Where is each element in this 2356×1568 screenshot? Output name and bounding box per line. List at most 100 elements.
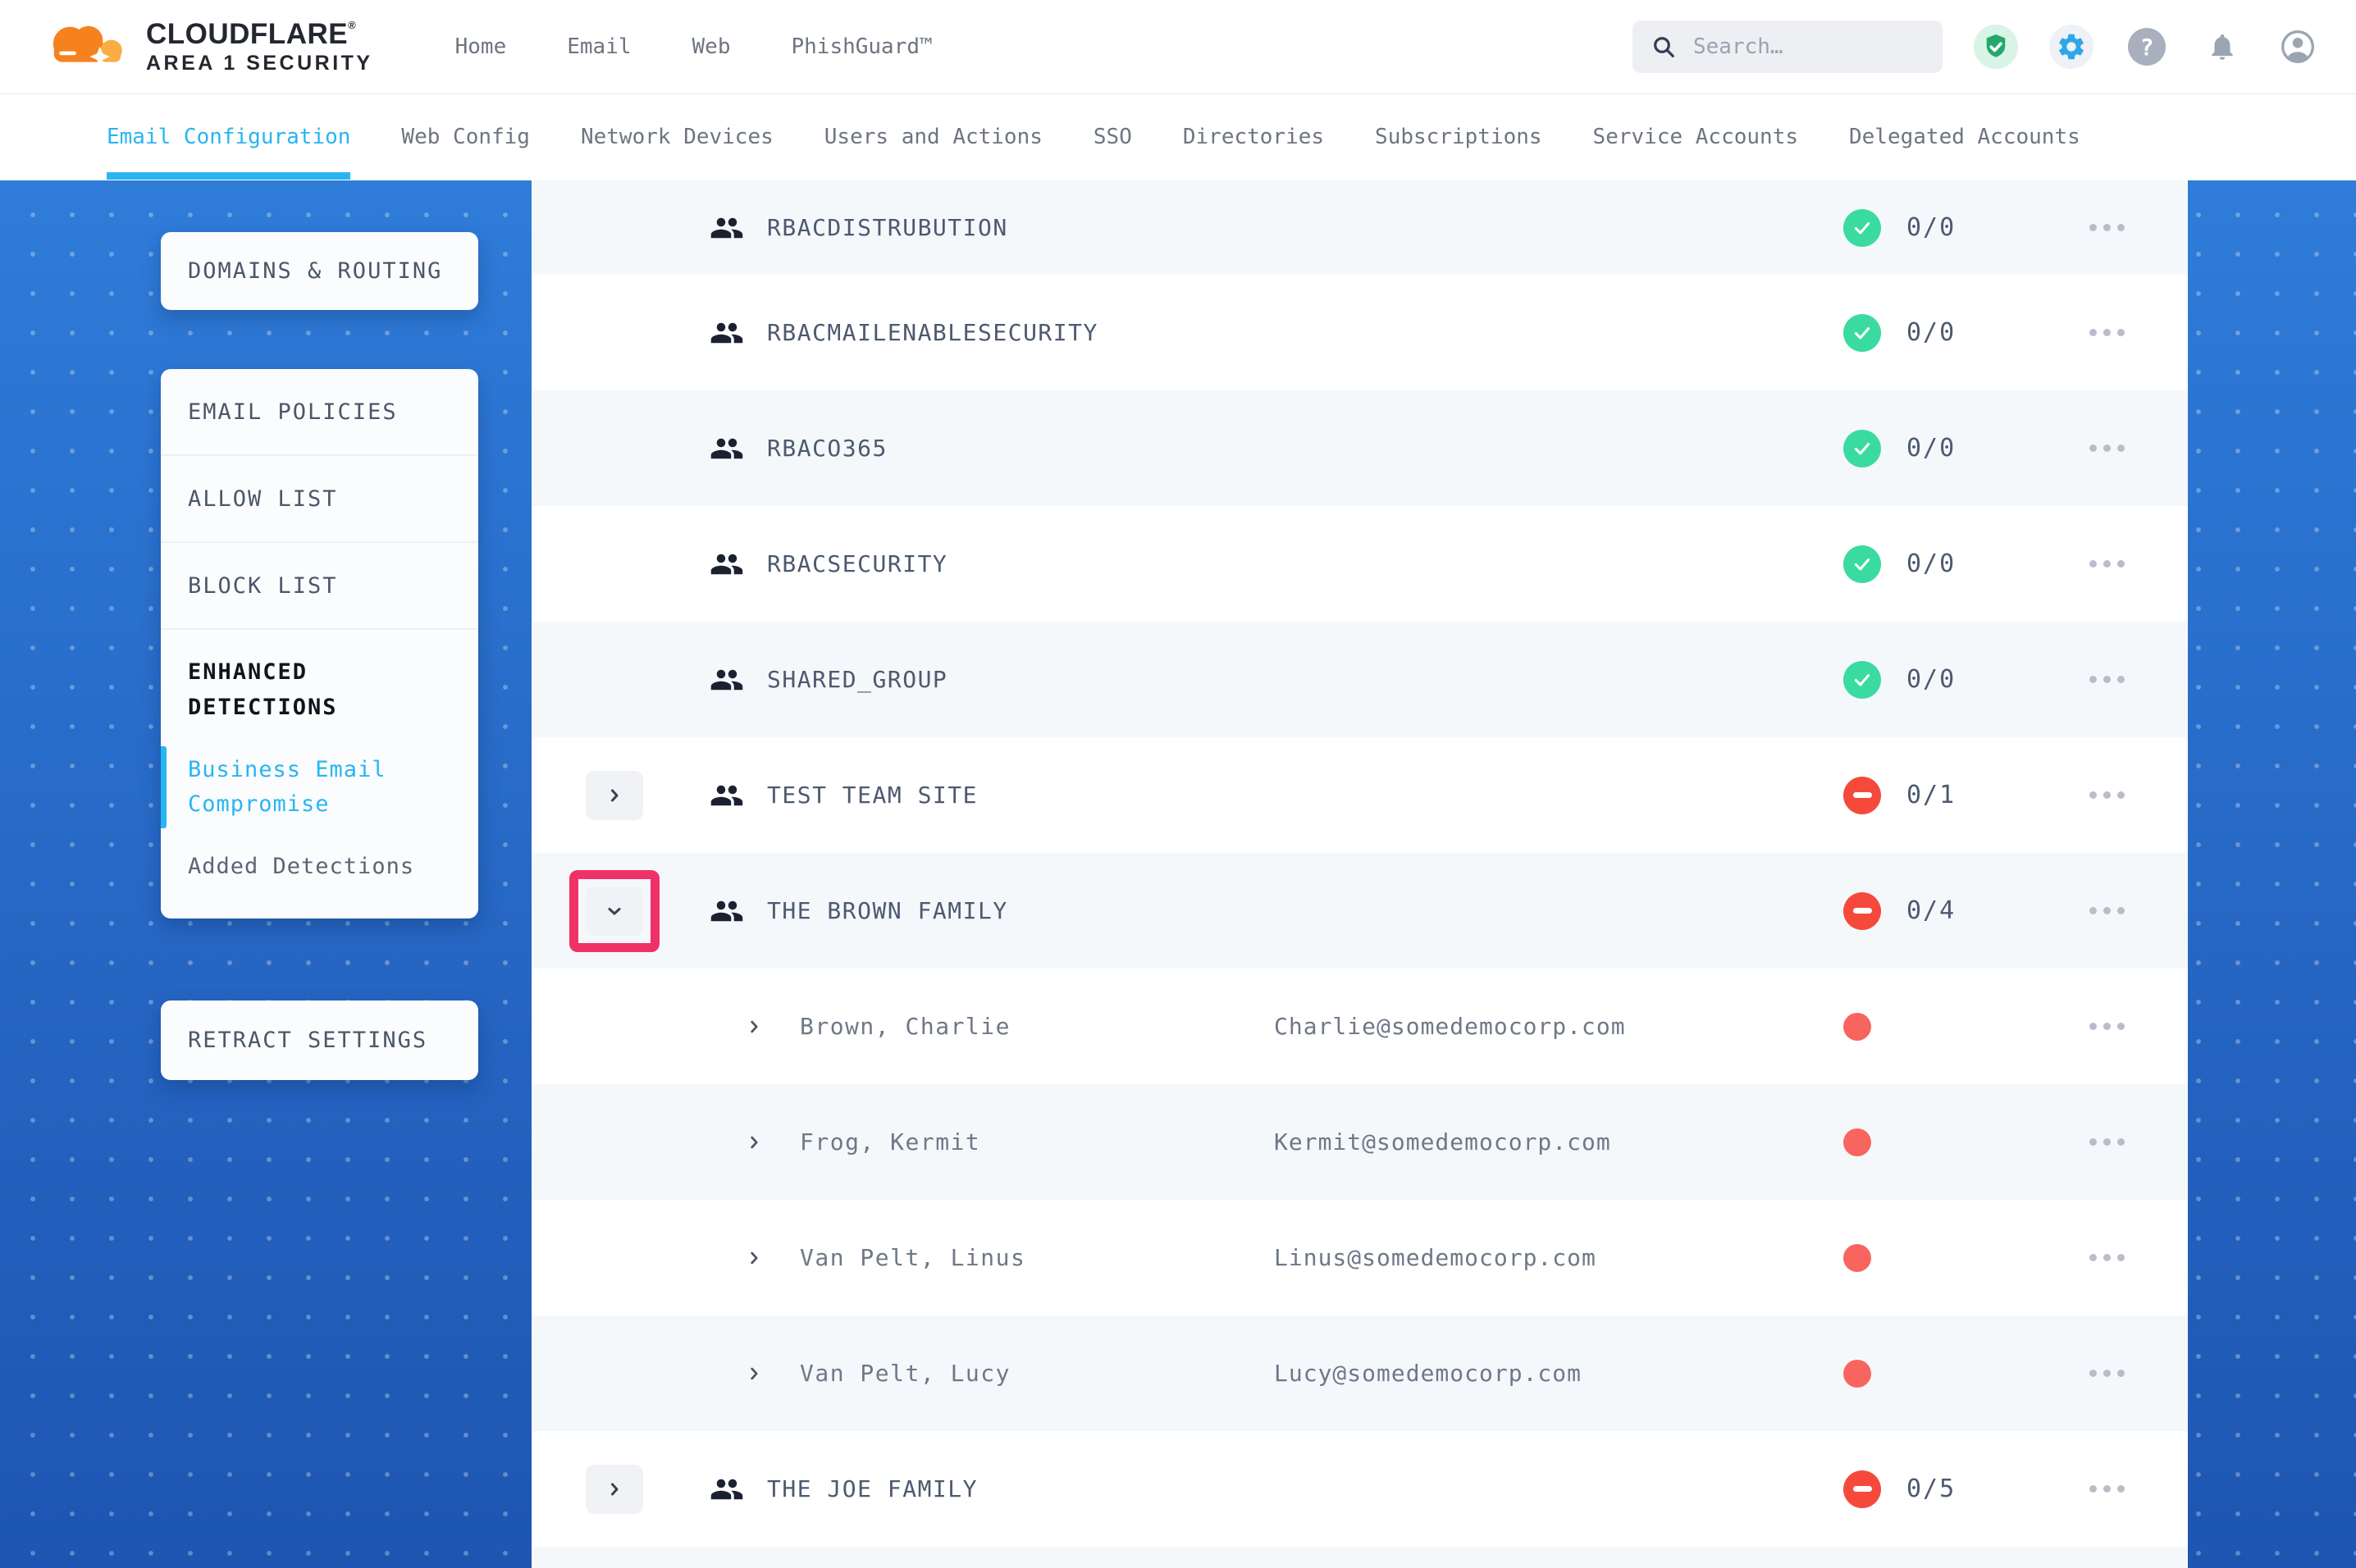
table-row-partial: [532, 1547, 2188, 1568]
sidebar-item-label: Business Email Compromise: [188, 757, 386, 817]
highlight-box: [569, 870, 660, 952]
tab-users-and-actions[interactable]: Users and Actions: [824, 94, 1043, 180]
group-icon: [710, 431, 744, 466]
table-row: RBACSECURITY 0/0: [532, 506, 2188, 622]
sidebar-item-label: Added Detections: [188, 854, 414, 879]
nav-web[interactable]: Web: [692, 34, 731, 59]
sidebar-item-email-policies[interactable]: EMAIL POLICIES: [161, 369, 478, 456]
table-row: RBACO365 0/0: [532, 390, 2188, 506]
group-icon: [710, 663, 744, 697]
row-menu-button[interactable]: [2086, 1363, 2128, 1383]
brand-subtitle: AREA 1 SECURITY: [146, 52, 373, 74]
row-menu-button[interactable]: [2086, 669, 2128, 690]
sidebar-item-allow-list[interactable]: ALLOW LIST: [161, 456, 478, 543]
status-blocked-badge: [1843, 892, 1881, 930]
expand-member-button[interactable]: [745, 1133, 763, 1151]
question-mark-icon: ?: [2128, 28, 2166, 66]
notifications-button[interactable]: [2200, 25, 2244, 69]
row-menu-button[interactable]: [2086, 554, 2128, 574]
sidebar-item-label: RETRACT SETTINGS: [188, 1028, 427, 1053]
member-name: Van Pelt, Lucy: [767, 1360, 1274, 1387]
cloudflare-logo[interactable]: CLOUDFLARE® AREA 1 SECURITY: [39, 17, 373, 76]
member-count: 0/0: [1895, 665, 2026, 694]
nav-phishguard[interactable]: PhishGuard™: [791, 34, 932, 59]
help-button[interactable]: ?: [2125, 25, 2169, 69]
active-item-indicator: [161, 746, 167, 828]
expand-member-button[interactable]: [745, 1365, 763, 1383]
expand-button[interactable]: [586, 1465, 643, 1514]
tab-directories[interactable]: Directories: [1183, 94, 1324, 180]
expand-member-button[interactable]: [745, 1249, 763, 1267]
status-ok-badge: [1843, 545, 1881, 583]
tab-network-devices[interactable]: Network Devices: [581, 94, 774, 180]
tab-service-accounts[interactable]: Service Accounts: [1593, 94, 1798, 180]
status-blocked-badge: [1843, 1470, 1881, 1508]
tab-subscriptions[interactable]: Subscriptions: [1375, 94, 1542, 180]
member-email: Charlie@somedemocorp.com: [1274, 1013, 1843, 1040]
group-icon: [710, 211, 744, 245]
member-status-dot: [1843, 1128, 1871, 1156]
status-ok-badge: [1843, 209, 1881, 247]
row-menu-button[interactable]: [2086, 217, 2128, 238]
member-status-dot: [1843, 1360, 1871, 1388]
table-row: Frog, Kermit Kermit@somedemocorp.com: [532, 1084, 2188, 1200]
row-menu-button[interactable]: [2086, 1247, 2128, 1268]
security-status-button[interactable]: [1974, 25, 2018, 69]
nav-email[interactable]: Email: [567, 34, 631, 59]
group-name: SHARED_GROUP: [767, 666, 1274, 693]
sidebar-item-domains-routing[interactable]: DOMAINS & ROUTING: [161, 232, 478, 310]
member-count: 0/4: [1895, 896, 2026, 925]
row-menu-button[interactable]: [2086, 438, 2128, 458]
row-menu-button[interactable]: [2086, 900, 2128, 921]
chevron-right-icon: [605, 786, 624, 805]
group-icon: [710, 778, 744, 813]
row-menu-button[interactable]: [2086, 1132, 2128, 1152]
expand-member-button[interactable]: [745, 1018, 763, 1036]
sidebar-item-business-email-compromise[interactable]: Business Email Compromise: [188, 753, 434, 822]
member-count: 0/5: [1895, 1475, 2026, 1503]
table-row: RBACDISTRUBUTION 0/0: [532, 180, 2188, 275]
tab-email-configuration[interactable]: Email Configuration: [107, 94, 350, 180]
member-count: 0/0: [1895, 549, 2026, 578]
status-ok-badge: [1843, 661, 1881, 699]
sidebar-item-retract-settings[interactable]: RETRACT SETTINGS: [161, 1001, 478, 1080]
chevron-right-icon: [605, 1479, 624, 1499]
settings-sidebar: DOMAINS & ROUTING EMAIL POLICIES ALLOW L…: [161, 232, 478, 1080]
cloudflare-cloud-icon: [39, 17, 131, 76]
row-menu-button[interactable]: [2086, 785, 2128, 805]
search-box[interactable]: [1632, 21, 1943, 73]
tab-sso[interactable]: SSO: [1094, 94, 1132, 180]
nav-home[interactable]: Home: [455, 34, 507, 59]
group-name: RBACSECURITY: [767, 550, 1274, 577]
table-row: THE BROWN FAMILY 0/4: [532, 853, 2188, 969]
search-input[interactable]: [1692, 34, 1925, 60]
sidebar-item-enhanced-detections[interactable]: ENHANCED DETECTIONS: [188, 654, 434, 725]
member-name: Brown, Charlie: [767, 1013, 1274, 1040]
settings-button[interactable]: [2049, 25, 2093, 69]
status-ok-badge: [1843, 430, 1881, 467]
row-menu-button[interactable]: [2086, 322, 2128, 343]
directory-table: RBACDISTRUBUTION 0/0 RBACMAILENABLESECUR…: [532, 180, 2188, 1568]
brand-mark: ®: [348, 19, 356, 31]
sidebar-item-label: BLOCK LIST: [188, 573, 338, 599]
expand-button[interactable]: [586, 771, 643, 820]
member-count: 0/0: [1895, 213, 2026, 242]
sidebar-item-added-detections[interactable]: Added Detections: [188, 850, 434, 884]
user-avatar-icon: [2280, 29, 2316, 65]
member-status-dot: [1843, 1013, 1871, 1041]
tab-delegated-accounts[interactable]: Delegated Accounts: [1849, 94, 2080, 180]
sidebar-item-label: ALLOW LIST: [188, 486, 338, 512]
row-menu-button[interactable]: [2086, 1016, 2128, 1037]
table-row: Brown, Charlie Charlie@somedemocorp.com: [532, 969, 2188, 1084]
collapse-button[interactable]: [586, 887, 643, 936]
member-email: Kermit@somedemocorp.com: [1274, 1128, 1843, 1155]
top-bar: CLOUDFLARE® AREA 1 SECURITY Home Email W…: [0, 0, 2356, 94]
account-button[interactable]: [2276, 25, 2320, 69]
tab-web-config[interactable]: Web Config: [401, 94, 530, 180]
member-name: Frog, Kermit: [767, 1128, 1274, 1155]
member-email: Lucy@somedemocorp.com: [1274, 1360, 1843, 1387]
primary-nav: Home Email Web PhishGuard™: [455, 34, 933, 59]
row-menu-button[interactable]: [2086, 1479, 2128, 1499]
status-ok-badge: [1843, 314, 1881, 352]
sidebar-item-block-list[interactable]: BLOCK LIST: [161, 543, 478, 630]
